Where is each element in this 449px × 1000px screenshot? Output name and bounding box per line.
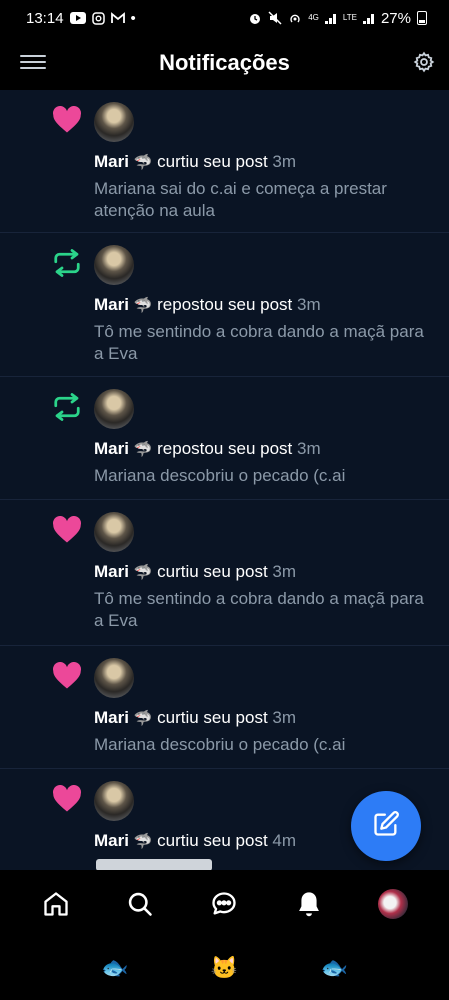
heart-icon [52,784,82,818]
notification-header: Mari 🦈 repostou seu post 3m [94,295,321,315]
notification-item[interactable]: Mari 🦈 curtiu seu post 3m Mariana sai do… [0,90,449,233]
chat-icon[interactable] [202,882,246,926]
notification-list[interactable]: Mari 🦈 curtiu seu post 3m Mariana sai do… [0,90,449,870]
notification-item[interactable]: Mari 🦈 repostou seu post 3m Mariana desc… [0,377,449,500]
mute-icon [268,11,282,25]
avatar[interactable] [94,781,134,821]
user-name[interactable]: Mari [94,708,129,727]
timestamp: 4m [272,831,297,850]
status-time: 13:14 [26,9,64,27]
action-text: repostou seu post [157,439,293,458]
notification-item[interactable]: Mari 🦈 repostou seu post 3m Tô me sentin… [0,233,449,377]
battery-percent: 27% [380,9,411,27]
network-label-2: LTE [342,13,357,22]
user-name[interactable]: Mari [94,152,129,171]
user-name[interactable]: Mari [94,562,129,581]
notification-header: Mari 🦈 curtiu seu post 4m [94,831,296,851]
back-fish-icon[interactable]: 🐟 [101,955,128,981]
status-dot: • [130,9,136,27]
bell-icon[interactable] [287,882,331,926]
signal-icon-2 [362,12,375,24]
recents-fish-icon[interactable]: 🐟 [320,955,347,981]
post-preview[interactable]: Mariana sai do c.ai e começa a prestar a… [94,178,426,222]
notification-header: Mari 🦈 repostou seu post 3m [94,439,321,459]
avatar[interactable] [94,512,134,552]
repost-icon [52,393,82,426]
post-preview[interactable]: Tô me sentindo a cobra dando a maçã para… [94,588,426,632]
user-name[interactable]: Mari [94,295,129,314]
avatar[interactable] [94,102,134,142]
notification-header: Mari 🦈 curtiu seu post 3m [94,708,296,728]
post-preview[interactable]: Mariana descobriu o pecado (c.ai [94,465,426,487]
youtube-icon [69,12,86,24]
heart-icon [52,661,82,695]
user-name[interactable]: Mari [94,439,129,458]
home-cat-icon[interactable]: 🐱 [211,955,238,981]
shark-emoji: 🦈 [133,833,153,850]
notification-item[interactable]: Mari 🦈 curtiu seu post 3m Tô me sentindo… [0,500,449,646]
network-label-1: 4G [308,13,319,22]
signal-icon [324,12,337,24]
timestamp: 3m [272,562,297,581]
timestamp: 3m [297,439,321,458]
compose-button[interactable] [351,791,421,861]
app-header: Notificações [0,36,449,90]
page-title: Notificações [159,50,290,75]
shark-emoji: 🦈 [133,441,153,458]
search-icon[interactable] [118,882,162,926]
avatar[interactable] [94,389,134,429]
action-text: curtiu seu post [157,831,268,850]
shark-emoji: 🦈 [133,564,153,581]
timestamp: 3m [297,295,321,314]
shark-emoji: 🦈 [133,710,153,727]
home-icon[interactable] [34,882,78,926]
action-text: repostou seu post [157,295,293,314]
menu-icon[interactable] [20,51,46,75]
timestamp: 3m [272,152,297,171]
profile-tab[interactable] [371,882,415,926]
action-text: curtiu seu post [157,152,268,171]
repost-icon [52,249,82,282]
avatar[interactable] [94,658,134,698]
timestamp: 3m [272,708,297,727]
battery-icon [417,11,427,25]
action-text: curtiu seu post [157,562,268,581]
shark-emoji: 🦈 [133,154,153,171]
user-name[interactable]: Mari [94,831,129,850]
system-nav: 🐟 🐱 🐟 [0,936,449,1000]
gear-icon[interactable] [413,51,435,78]
compose-icon [372,810,400,843]
alarm-icon [248,11,262,25]
action-text: curtiu seu post [157,708,268,727]
bottom-nav [0,872,449,936]
notification-header: Mari 🦈 curtiu seu post 3m [94,152,296,172]
heart-icon [52,105,82,139]
post-preview[interactable]: Mariana descobriu o pecado (c.ai [94,734,426,756]
heart-icon [52,515,82,549]
status-bar: 13:14 • 4G LTE 27% [0,0,449,36]
notification-item[interactable]: Mari 🦈 curtiu seu post 3m Mariana descob… [0,646,449,769]
post-preview[interactable]: Tô me sentindo a cobra dando a maçã para… [94,321,426,365]
image-thumbnail[interactable] [96,859,212,870]
hotspot-icon [288,11,302,25]
instagram-icon [91,11,105,25]
gmail-icon [110,12,125,24]
profile-avatar [377,889,408,919]
notification-header: Mari 🦈 curtiu seu post 3m [94,562,296,582]
shark-emoji: 🦈 [133,297,153,314]
avatar[interactable] [94,245,134,285]
